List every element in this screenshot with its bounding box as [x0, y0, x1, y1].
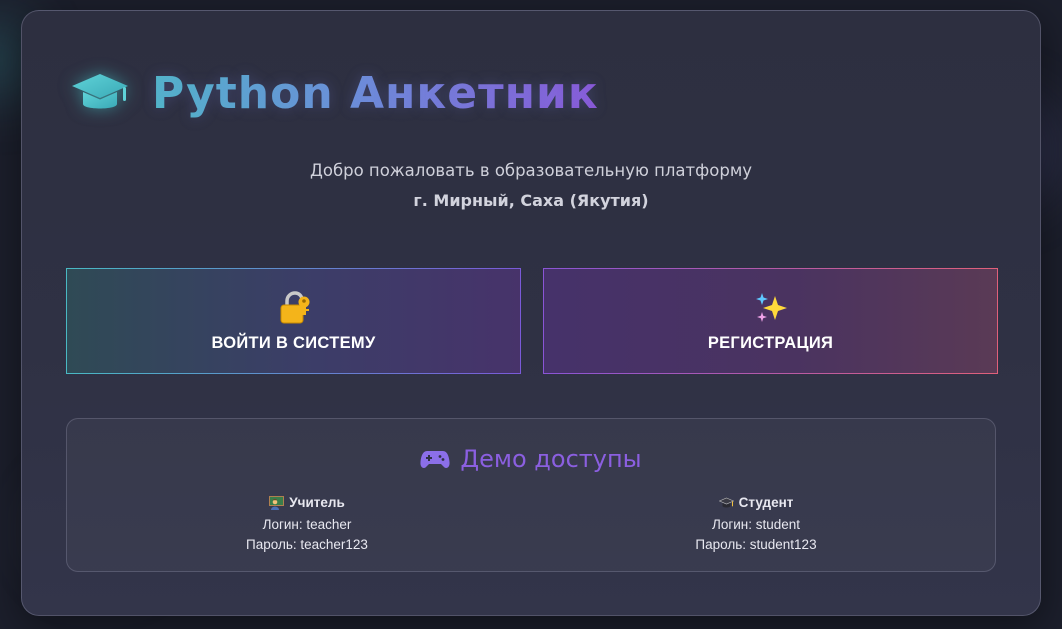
student-login: Логин: student [711, 517, 801, 533]
welcome-text: Добро пожаловать в образовательную платф… [309, 161, 753, 180]
student-password: Пароль: student123 [695, 536, 817, 552]
teacher-password: Пароль: teacher123 [246, 536, 368, 552]
graduation-cap-icon [718, 497, 734, 508]
sparkles-icon [755, 292, 787, 322]
teacher-icon [269, 495, 285, 510]
demo-student: Студент Логин: student Пароль: student12… [606, 493, 906, 554]
gamepad-icon [420, 451, 450, 468]
teacher-role: Учитель [269, 493, 345, 513]
demo-teacher: Учитель Логин: teacher Пароль: teacher12… [157, 493, 457, 554]
register-button[interactable]: РЕГИСТРАЦИЯ [543, 268, 998, 374]
demo-access-panel: Демо доступы Учитель Логин: teacher Паро… [66, 418, 996, 572]
lock-icon [280, 290, 309, 323]
login-button-label: ВОЙТИ В СИСТЕМУ [211, 333, 376, 352]
login-button[interactable]: ВОЙТИ В СИСТЕМУ [66, 268, 521, 374]
welcome-card: Python Анкетник Добро пожаловать в образ… [21, 10, 1041, 616]
location-text: г. Мирный, Саха (Якутия) [413, 191, 649, 210]
teacher-login: Логин: teacher [262, 517, 352, 533]
teacher-role-label: Учитель [289, 495, 345, 510]
student-role: Студент [718, 493, 794, 513]
graduation-cap-icon [72, 74, 128, 109]
student-role-label: Студент [738, 495, 794, 510]
demo-title: Демо доступы [460, 445, 642, 473]
register-button-label: РЕГИСТРАЦИЯ [707, 333, 834, 352]
demo-title-row: Демо доступы [67, 445, 995, 473]
page-title: Python Анкетник [152, 67, 599, 119]
header: Python Анкетник [70, 63, 599, 123]
